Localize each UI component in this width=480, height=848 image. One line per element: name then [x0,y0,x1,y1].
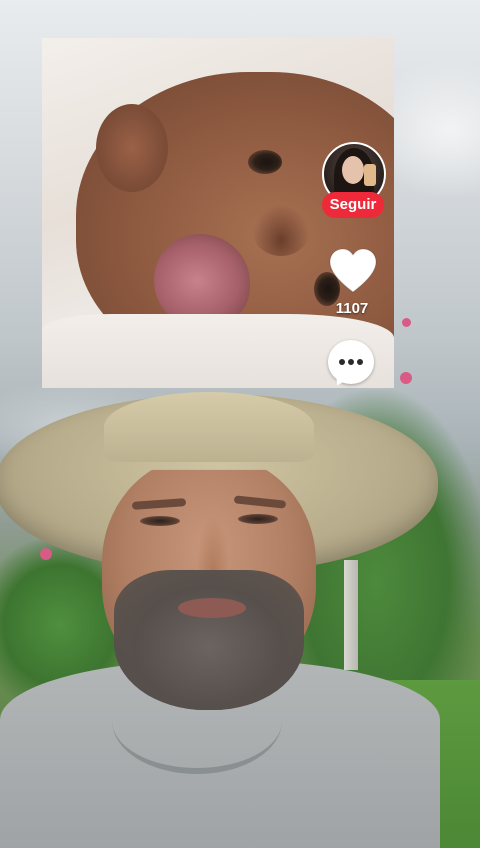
flower [40,548,52,560]
mouth [178,598,246,618]
heart-icon [329,248,377,293]
fence-post [344,560,358,670]
eye [238,514,278,524]
comment-dot [348,359,354,365]
eye [140,516,180,526]
flower [400,372,412,384]
avatar-phone [364,164,376,186]
like-count: 1107 [335,300,369,317]
follow-button[interactable]: Seguir [322,192,384,218]
flower [402,318,411,327]
baby-ear [96,104,168,192]
straw-hat-crown [104,392,314,462]
avatar-face [342,156,364,184]
comment-dot [357,359,363,365]
comment-button[interactable] [328,340,374,390]
beard [114,570,304,710]
like-button[interactable] [328,248,378,294]
baby-nose [252,204,310,256]
baby-eye [248,150,282,174]
comment-dot [339,359,345,365]
